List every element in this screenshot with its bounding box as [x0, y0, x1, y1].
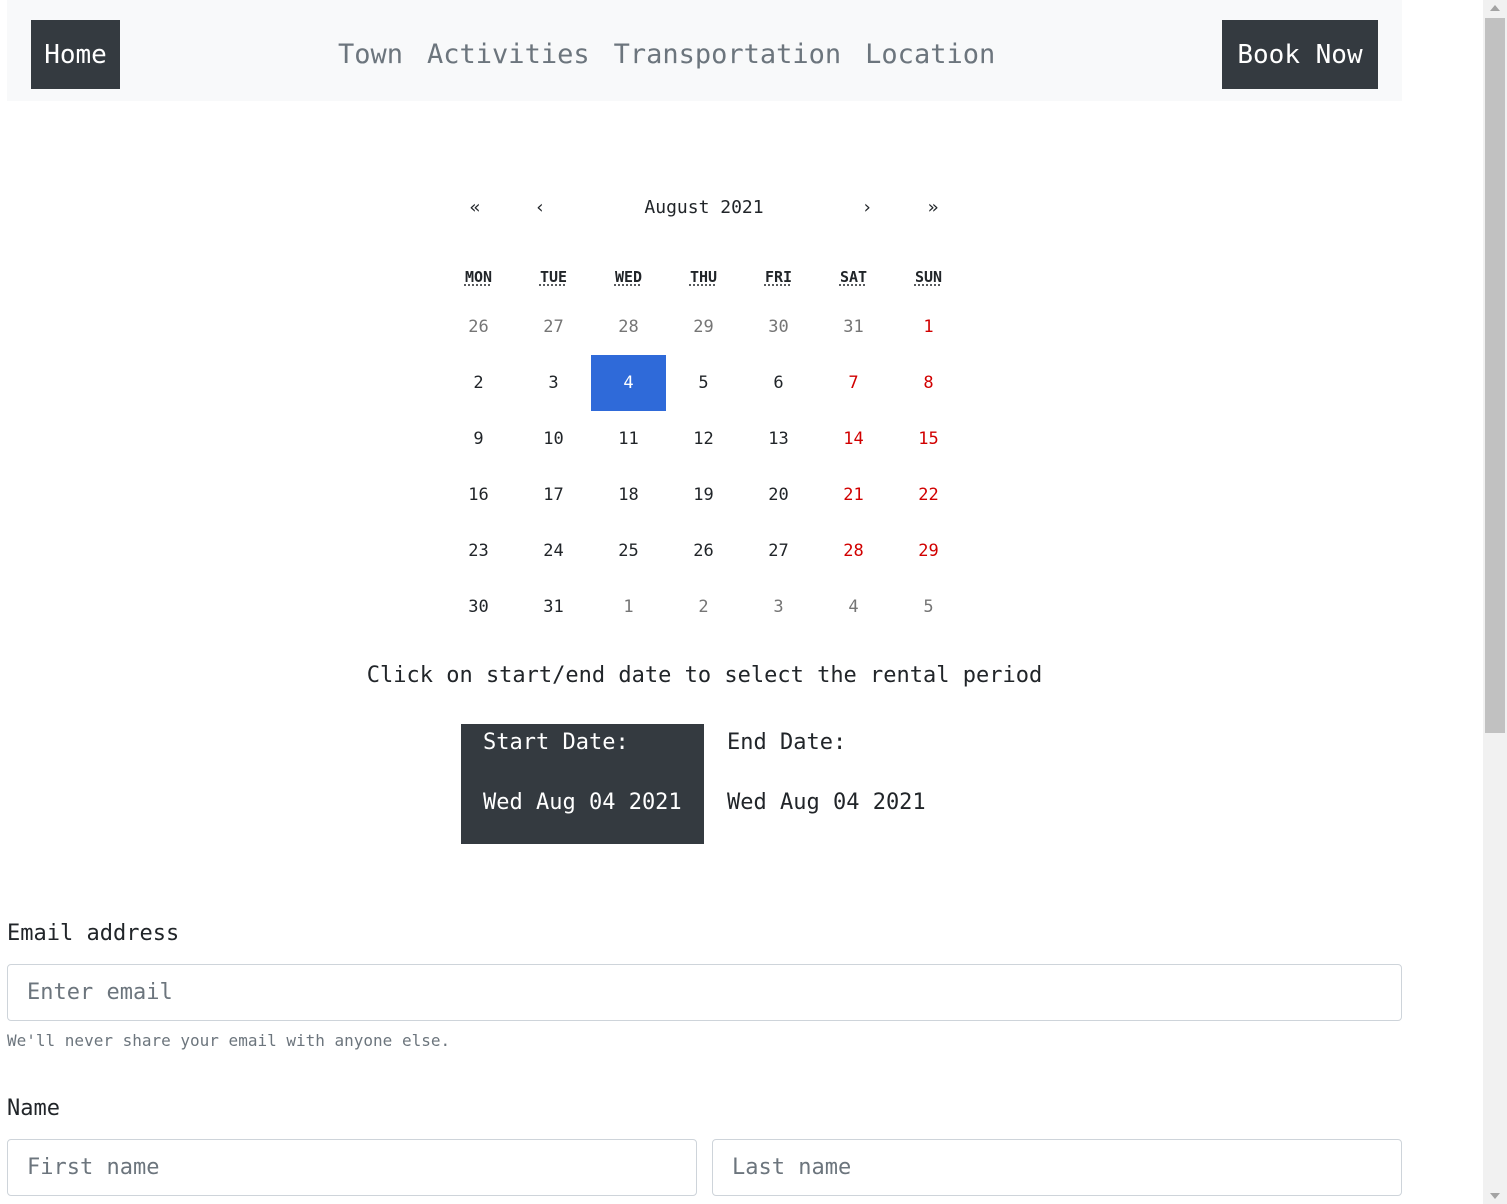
weekday-wed: WED [614, 268, 643, 286]
calendar-weekdays: MON TUE WED THU FRI SAT SUN [441, 265, 966, 289]
start-date-value: Wed Aug 04 2021 [483, 790, 682, 815]
calendar-day[interactable]: 5 [891, 579, 966, 635]
calendar-day-selected[interactable]: 4 [591, 355, 666, 411]
calendar-day[interactable]: 3 [741, 579, 816, 635]
scroll-up-arrow-icon[interactable] [1483, 0, 1507, 16]
nav-link-location[interactable]: Location [865, 38, 995, 72]
scroll-down-arrow-icon[interactable] [1483, 1188, 1507, 1204]
calendar-day[interactable]: 28 [816, 523, 891, 579]
next-year-button[interactable]: » [913, 194, 953, 222]
page: Home Town Activities Transportation Loca… [7, 0, 1402, 1204]
weekday-mon: MON [464, 268, 493, 286]
prev-month-button[interactable]: ‹ [520, 194, 560, 222]
home-button[interactable]: Home [31, 20, 120, 89]
calendar-day[interactable]: 17 [516, 467, 591, 523]
calendar-day[interactable]: 14 [816, 411, 891, 467]
calendar-day[interactable]: 13 [741, 411, 816, 467]
nav-links: Town Activities Transportation Location [338, 38, 995, 72]
weekday-fri: FRI [764, 268, 793, 286]
calendar-day[interactable]: 10 [516, 411, 591, 467]
weekday-sat: SAT [839, 268, 868, 286]
calendar-day[interactable]: 7 [816, 355, 891, 411]
calendar-day[interactable]: 27 [516, 299, 591, 355]
calendar-day[interactable]: 1 [591, 579, 666, 635]
name-label: Name [7, 1096, 60, 1121]
email-input[interactable] [7, 964, 1402, 1021]
calendar-day[interactable]: 6 [741, 355, 816, 411]
calendar-day[interactable]: 2 [441, 355, 516, 411]
start-date-label: Start Date: [483, 730, 629, 755]
scrollbar[interactable] [1483, 0, 1507, 1204]
email-label: Email address [7, 921, 180, 946]
calendar-day[interactable]: 26 [441, 299, 516, 355]
calendar-day[interactable]: 20 [741, 467, 816, 523]
navbar: Home Town Activities Transportation Loca… [7, 0, 1402, 101]
end-date-box[interactable]: End Date: Wed Aug 04 2021 [704, 724, 947, 844]
end-date-label: End Date: [727, 730, 847, 755]
book-now-button[interactable]: Book Now [1222, 20, 1378, 89]
calendar-day[interactable]: 28 [591, 299, 666, 355]
calendar-day[interactable]: 12 [666, 411, 741, 467]
calendar-day[interactable]: 9 [441, 411, 516, 467]
calendar-day[interactable]: 30 [741, 299, 816, 355]
calendar-day[interactable]: 5 [666, 355, 741, 411]
calendar-day[interactable]: 2 [666, 579, 741, 635]
calendar-day[interactable]: 3 [516, 355, 591, 411]
rental-hint: Click on start/end date to select the re… [366, 663, 1043, 688]
calendar-month-label[interactable]: August 2021 [604, 194, 804, 222]
next-month-button[interactable]: › [847, 194, 887, 222]
calendar-day[interactable]: 30 [441, 579, 516, 635]
calendar-days: 26 27 28 29 30 31 1 2 3 4 5 6 7 8 9 10 11 12 13 14 15 16 17 18 1… [441, 299, 966, 635]
start-date-box[interactable]: Start Date: Wed Aug 04 2021 [461, 724, 704, 844]
scrollbar-thumb[interactable] [1485, 18, 1505, 733]
calendar-day[interactable]: 18 [591, 467, 666, 523]
weekday-thu: THU [689, 268, 718, 286]
calendar-day[interactable]: 29 [666, 299, 741, 355]
calendar-day[interactable]: 16 [441, 467, 516, 523]
calendar-day[interactable]: 25 [591, 523, 666, 579]
email-help-text: We'll never share your email with anyone… [7, 1031, 451, 1050]
calendar-day[interactable]: 29 [891, 523, 966, 579]
calendar-day[interactable]: 31 [816, 299, 891, 355]
calendar-day[interactable]: 31 [516, 579, 591, 635]
calendar-day[interactable]: 4 [816, 579, 891, 635]
calendar-day[interactable]: 11 [591, 411, 666, 467]
calendar-day[interactable]: 8 [891, 355, 966, 411]
calendar-day[interactable]: 23 [441, 523, 516, 579]
calendar-day[interactable]: 26 [666, 523, 741, 579]
calendar-day[interactable]: 22 [891, 467, 966, 523]
calendar-day[interactable]: 24 [516, 523, 591, 579]
calendar-day[interactable]: 1 [891, 299, 966, 355]
calendar-day[interactable]: 15 [891, 411, 966, 467]
calendar-day[interactable]: 21 [816, 467, 891, 523]
end-date-value: Wed Aug 04 2021 [727, 790, 926, 815]
calendar-day[interactable]: 27 [741, 523, 816, 579]
first-name-input[interactable] [7, 1139, 697, 1196]
weekday-tue: TUE [539, 268, 568, 286]
calendar-day[interactable]: 19 [666, 467, 741, 523]
last-name-input[interactable] [712, 1139, 1402, 1196]
nav-link-town[interactable]: Town [338, 38, 403, 72]
prev-year-button[interactable]: « [455, 194, 495, 222]
nav-link-transportation[interactable]: Transportation [614, 38, 842, 72]
nav-link-activities[interactable]: Activities [427, 38, 590, 72]
weekday-sun: SUN [914, 268, 943, 286]
